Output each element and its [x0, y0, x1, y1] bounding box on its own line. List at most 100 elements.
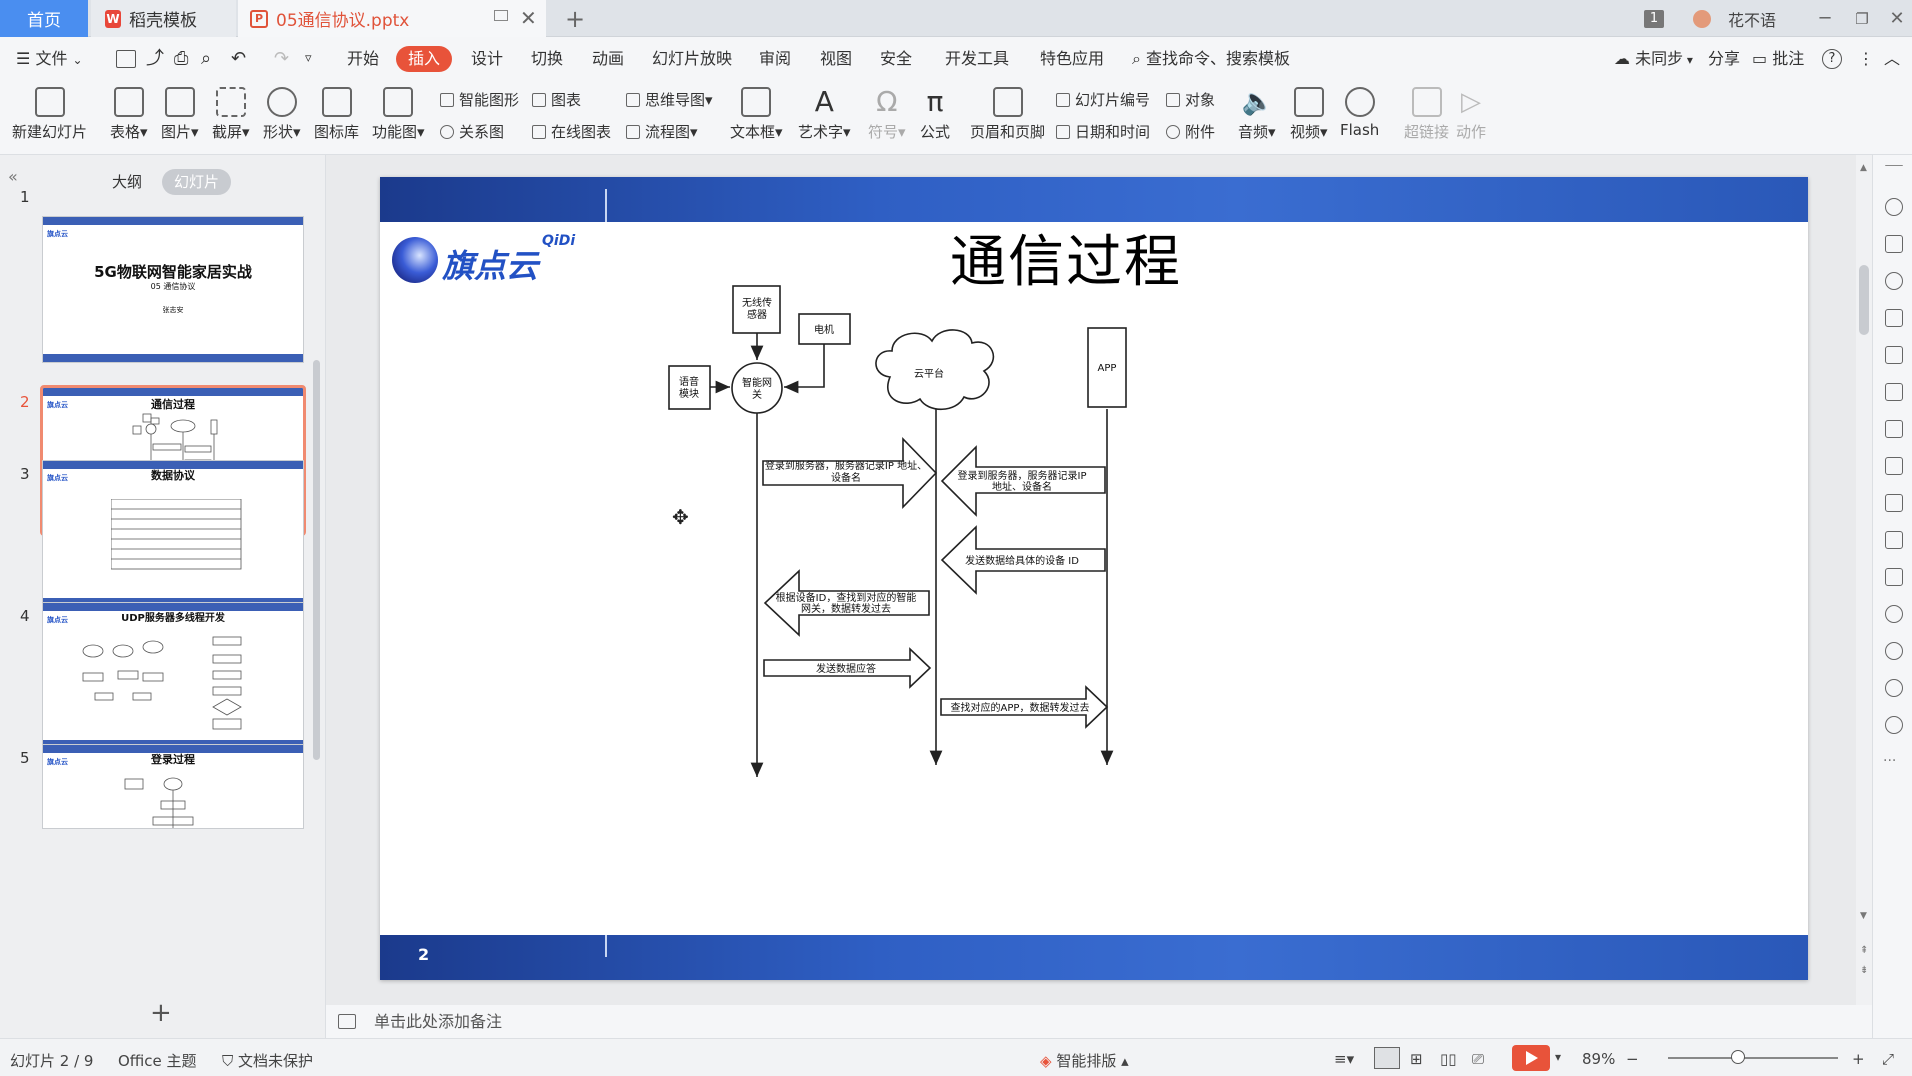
new-tab-button[interactable]: + — [560, 0, 590, 37]
mindmap-button[interactable]: 思维导图▾ — [626, 89, 713, 110]
record-icon[interactable]: ⎚ — [1472, 1050, 1484, 1068]
zoom-in-button[interactable]: + — [1852, 1050, 1865, 1068]
print-icon[interactable]: ⎙ — [174, 46, 188, 72]
smart-art-button[interactable]: 智能图形 — [440, 89, 519, 110]
menu-animation[interactable]: 动画 — [592, 46, 624, 72]
save-icon[interactable] — [116, 50, 136, 68]
tab-docer-templates[interactable]: W 稻壳模板 — [91, 0, 236, 37]
table-button[interactable]: 表格▾ — [110, 87, 148, 142]
zoom-level[interactable]: 89% — [1582, 1050, 1615, 1068]
wordart-button[interactable]: A 艺术字▾ — [798, 87, 851, 142]
menu-view[interactable]: 视图 — [820, 46, 852, 72]
image-icon[interactable] — [1885, 568, 1903, 586]
document-protection-status[interactable]: ⛉ 文档未保护 — [222, 1050, 313, 1071]
print-preview-icon[interactable]: ⌕ — [201, 46, 211, 72]
add-slide-button[interactable]: + — [150, 998, 172, 1028]
action-button[interactable]: ▷ 动作 — [1456, 87, 1486, 142]
window-count-badge[interactable]: 1 — [1644, 9, 1664, 28]
command-search[interactable]: ⌕ 查找命令、搜索模板 — [1132, 46, 1290, 72]
sync-status[interactable]: ☁ 未同步 ▾ — [1614, 46, 1693, 72]
user-name[interactable]: 花不语 — [1720, 0, 1784, 37]
slide-thumb-3[interactable]: 旗点云 数据协议 — [42, 460, 304, 607]
normal-view-icon[interactable] — [1374, 1047, 1400, 1069]
magic-icon[interactable] — [1885, 198, 1903, 216]
quick-access-more-icon[interactable]: ▿ — [305, 46, 312, 72]
picture-settings-icon[interactable] — [1885, 457, 1903, 475]
formula-button[interactable]: π 公式 — [920, 87, 950, 142]
menu-review[interactable]: 审阅 — [759, 46, 791, 72]
export-icon[interactable]: ⤴ — [146, 46, 164, 72]
text-style-icon[interactable] — [1885, 309, 1903, 327]
scroll-down-icon[interactable]: ▼ — [1860, 911, 1867, 921]
new-slide-button[interactable]: 新建幻灯片 — [12, 87, 87, 142]
flowchart-button[interactable]: 流程图▾ — [626, 121, 698, 142]
menu-features[interactable]: 特色应用 — [1040, 46, 1104, 72]
notes-toggle-icon[interactable]: ≡▾ — [1334, 1050, 1354, 1068]
undo-icon[interactable]: ↶ — [231, 46, 246, 72]
slide-thumb-5[interactable]: 旗点云 登录过程 — [42, 744, 304, 829]
redo-icon[interactable]: ↷ — [274, 46, 289, 72]
datetime-button[interactable]: 日期和时间 — [1056, 121, 1150, 142]
more-options-icon[interactable]: ⋮ — [1858, 46, 1874, 72]
theme-status[interactable]: Office 主题 — [118, 1050, 197, 1071]
user-avatar[interactable] — [1693, 9, 1711, 28]
shapes-icon[interactable] — [1885, 272, 1903, 290]
menu-home[interactable]: 开始 — [347, 46, 379, 72]
slide-thumb-4[interactable]: 旗点云 UDP服务器多线程开发 — [42, 602, 304, 749]
shape-button[interactable]: 形状▾ — [263, 87, 301, 142]
pin-window-icon[interactable] — [494, 10, 508, 21]
relation-chart-button[interactable]: 关系图 — [440, 121, 504, 142]
layout-icon[interactable] — [1885, 531, 1903, 549]
share-button[interactable]: 分享 — [1708, 46, 1740, 72]
textbox-button[interactable]: 文本框▾ — [730, 87, 783, 142]
zoom-slider-knob[interactable] — [1731, 1050, 1745, 1064]
icon-library-button[interactable]: 图标库 — [314, 87, 359, 142]
attachment-button[interactable]: 附件 — [1166, 121, 1215, 142]
flash-button[interactable]: Flash — [1340, 87, 1379, 139]
notes-area[interactable]: 单击此处添加备注 — [326, 1005, 1872, 1038]
menu-insert[interactable]: 插入 — [396, 46, 453, 72]
reading-view-icon[interactable]: ▯▯ — [1440, 1050, 1457, 1068]
tab-home[interactable]: 首页 — [0, 0, 88, 37]
help-circle-icon[interactable] — [1885, 716, 1903, 734]
canvas-scrollbar[interactable]: ▲ ▼ ⇞ ⇟ — [1856, 155, 1872, 1005]
screenshot-button[interactable]: 截屏▾ — [212, 87, 250, 142]
symbol-button[interactable]: Ω 符号▾ — [868, 87, 906, 142]
bar-chart-icon[interactable] — [1885, 383, 1903, 401]
more-tools-icon[interactable]: ··· — [1883, 753, 1896, 769]
minimize-icon[interactable]: ─ — [1810, 0, 1840, 37]
menu-security[interactable]: 安全 — [880, 46, 912, 72]
zoom-slider-track[interactable] — [1668, 1057, 1838, 1059]
zoom-out-button[interactable]: − — [1626, 1050, 1639, 1068]
menu-developer[interactable]: 开发工具 — [945, 46, 1009, 72]
tab-document[interactable]: P 05通信协议.pptx ✕ — [238, 0, 546, 37]
tab-slides[interactable]: 幻灯片 — [162, 169, 232, 195]
grid-icon[interactable] — [1885, 346, 1903, 364]
file-menu[interactable]: ☰ 文件 ⌄ — [16, 46, 83, 72]
slide-2[interactable]: 2 旗点云 QiDi 通信过程 无线传 感器 电机 语音 模块 智能网 关 云平… — [380, 177, 1808, 980]
fit-window-icon[interactable]: ⤢ — [1882, 1050, 1894, 1068]
comment-button[interactable]: ▭ 批注 — [1752, 46, 1804, 72]
close-tab-icon[interactable]: ✕ — [520, 6, 537, 30]
smart-layout-button[interactable]: ◈ 智能排版 ▴ — [1040, 1050, 1129, 1071]
picture-button[interactable]: 图片▾ — [161, 87, 199, 142]
chart-button[interactable]: 图表 — [532, 89, 581, 110]
function-chart-button[interactable]: 功能图▾ — [372, 87, 425, 142]
export-share-icon[interactable] — [1885, 494, 1903, 512]
collapse-panel-icon[interactable]: « — [8, 167, 18, 186]
tab-outline[interactable]: 大纲 — [100, 169, 154, 195]
prev-slide-icon[interactable]: ⇞ — [1860, 945, 1868, 956]
play-options-chevron-icon[interactable]: ▾ — [1555, 1050, 1561, 1064]
canvas-scroll-thumb[interactable] — [1859, 265, 1869, 335]
video-button[interactable]: 视频▾ — [1290, 87, 1328, 142]
adjust-icon[interactable] — [1885, 420, 1903, 438]
menu-transition[interactable]: 切换 — [531, 46, 563, 72]
animation-icon[interactable] — [1885, 642, 1903, 660]
close-window-icon[interactable]: ✕ — [1882, 0, 1912, 37]
help-icon[interactable]: ? — [1822, 49, 1842, 69]
online-chart-button[interactable]: 在线图表 — [532, 121, 611, 142]
header-footer-button[interactable]: 页眉和页脚 — [970, 87, 1045, 142]
restore-icon[interactable]: ❐ — [1847, 0, 1877, 37]
menu-design[interactable]: 设计 — [471, 46, 503, 72]
slide-number-button[interactable]: 幻灯片编号 — [1056, 89, 1150, 110]
